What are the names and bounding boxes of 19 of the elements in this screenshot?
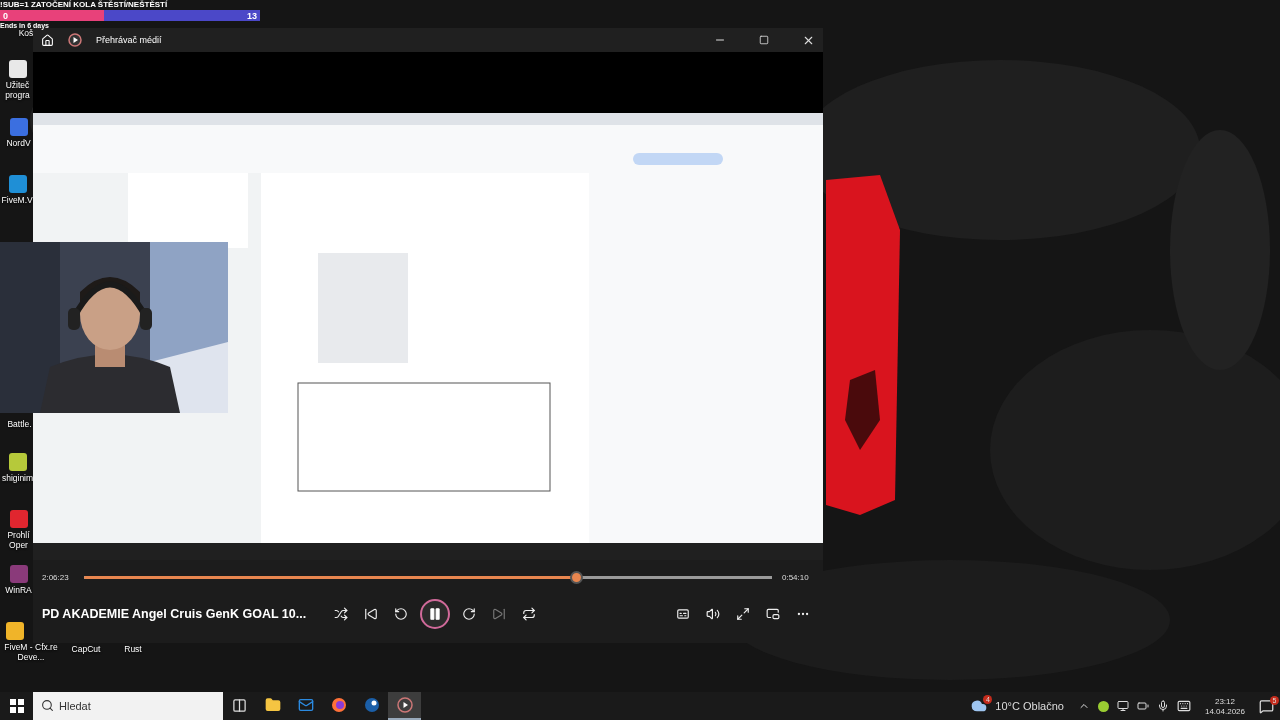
battery-icon[interactable] [1136, 700, 1149, 712]
clock[interactable]: 23:12 14.04.2026 [1204, 696, 1245, 716]
microphone-icon[interactable] [1156, 700, 1169, 712]
weather-text[interactable]: 10°C Oblačno [995, 700, 1064, 712]
clock-date: 14.04.2026 [1204, 706, 1245, 716]
task-view-icon [232, 697, 247, 713]
search-icon [41, 699, 54, 712]
play-circle-icon [396, 697, 413, 713]
cloud-icon[interactable] [971, 698, 988, 714]
search-field[interactable]: Hledat [33, 692, 223, 720]
folder-icon [264, 697, 281, 713]
clock-time: 23:12 [1214, 696, 1235, 706]
monitor-icon[interactable] [1116, 700, 1129, 712]
mail-icon [297, 697, 314, 713]
taskbar-app-button[interactable] [388, 692, 421, 720]
keyboard-icon[interactable] [1176, 699, 1191, 713]
tray-app-icon[interactable] [1097, 700, 1109, 712]
windows-icon [9, 699, 24, 713]
notifications-icon[interactable] [1259, 698, 1274, 714]
